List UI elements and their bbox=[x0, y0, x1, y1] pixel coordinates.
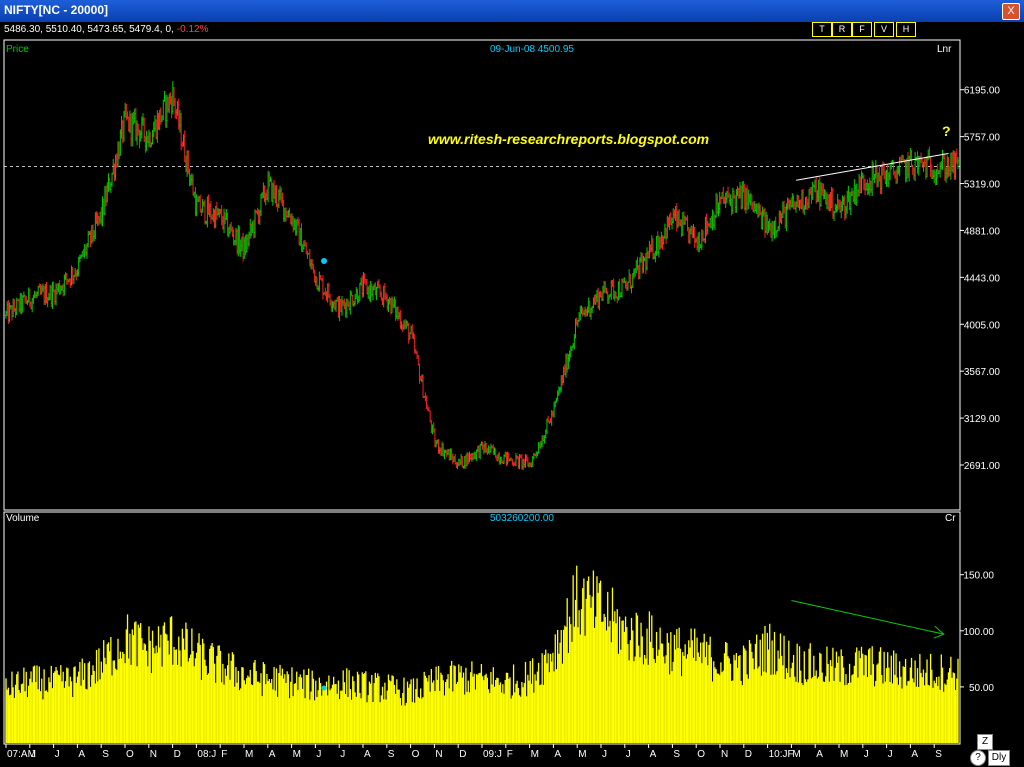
volume-axis: 150.00 100.00 50.00 bbox=[960, 571, 994, 694]
x-axis-label: A bbox=[78, 749, 85, 760]
x-axis: 07:AMJ J A S O N D 08:J F M A M J J A S O N D 09:J F M A M J J A S O… bbox=[4, 743, 960, 760]
volume-unit-label: Cr bbox=[945, 513, 956, 524]
price-panel: Price 09-Jun-08 4500.95 Lnr www.ritesh-r… bbox=[3, 39, 1001, 511]
x-axis-label: O bbox=[412, 749, 420, 760]
price-axis-label: 4005.00 bbox=[964, 320, 1001, 331]
price-axis-label: 2691.00 bbox=[964, 461, 1001, 472]
price-panel-frame bbox=[3, 39, 961, 511]
price-axis-label: 6195.00 bbox=[964, 86, 1001, 97]
x-axis-label: S bbox=[673, 749, 680, 760]
x-axis-label: M bbox=[293, 749, 301, 760]
x-axis-label: A bbox=[911, 749, 918, 760]
x-axis-label: J bbox=[340, 749, 345, 760]
x-axis-label: O bbox=[126, 749, 134, 760]
volume-cursor-marker bbox=[321, 685, 327, 691]
price-axis-label: 5757.00 bbox=[964, 133, 1001, 144]
x-axis-label: 08:J bbox=[197, 749, 216, 760]
x-axis-label: D bbox=[174, 749, 181, 760]
x-axis-label: J bbox=[626, 749, 631, 760]
x-axis-label: N bbox=[435, 749, 442, 760]
x-axis-label: J bbox=[602, 749, 607, 760]
price-axis-label: 4443.00 bbox=[964, 273, 1001, 284]
x-axis-label: N bbox=[150, 749, 157, 760]
x-axis-label: J bbox=[316, 749, 321, 760]
x-axis-label: D bbox=[459, 749, 466, 760]
x-axis-label: F bbox=[221, 749, 227, 760]
volume-series bbox=[5, 565, 959, 743]
zoom-button[interactable]: Z bbox=[977, 734, 993, 750]
price-axis-label: 3567.00 bbox=[964, 367, 1001, 378]
volume-axis-label: 50.00 bbox=[969, 683, 994, 694]
x-axis-label: M bbox=[792, 749, 800, 760]
volume-panel: Volume 503260200.00 Cr 150.00 100.00 50.00 bbox=[3, 511, 994, 745]
x-axis-label: M bbox=[578, 749, 586, 760]
x-axis-label: A bbox=[554, 749, 561, 760]
volume-readout: 503260200.00 bbox=[490, 513, 554, 524]
x-axis-label: J bbox=[888, 749, 893, 760]
x-axis-label: M bbox=[840, 749, 848, 760]
date-readout: 09-Jun-08 4500.95 bbox=[490, 44, 574, 55]
price-axis-label: 3129.00 bbox=[964, 414, 1001, 425]
question-mark: ? bbox=[942, 123, 951, 139]
scale-label: Lnr bbox=[937, 44, 952, 55]
volume-axis-label: 100.00 bbox=[963, 627, 994, 638]
price-axis-label: 5319.00 bbox=[964, 180, 1001, 191]
volume-axis-label: 150.00 bbox=[963, 571, 994, 582]
price-cursor-marker bbox=[321, 258, 327, 264]
x-axis-label: N bbox=[721, 749, 728, 760]
x-axis-label: D bbox=[745, 749, 752, 760]
x-axis-label: S bbox=[935, 749, 942, 760]
watermark-text: www.ritesh-researchreports.blogspot.com bbox=[428, 131, 709, 147]
x-axis-label: S bbox=[388, 749, 395, 760]
x-axis-label: A bbox=[650, 749, 657, 760]
annotations bbox=[321, 152, 949, 691]
x-axis-label: J bbox=[864, 749, 869, 760]
chart-canvas: Price 09-Jun-08 4500.95 Lnr www.ritesh-r… bbox=[3, 39, 1001, 760]
x-axis-label: S bbox=[102, 749, 109, 760]
volume-label: Volume bbox=[6, 513, 40, 524]
price-axis-label: 4881.00 bbox=[964, 226, 1001, 237]
x-axis-label: A bbox=[364, 749, 371, 760]
x-axis-label: O bbox=[697, 749, 705, 760]
x-axis-label: 09:J bbox=[483, 749, 502, 760]
x-axis-label: J bbox=[31, 749, 36, 760]
help-button[interactable]: ? bbox=[970, 750, 986, 766]
period-button[interactable]: Dly bbox=[988, 750, 1010, 766]
price-label: Price bbox=[6, 44, 29, 55]
volume-trend-arrow bbox=[791, 600, 944, 635]
x-axis-label: 10:JF bbox=[769, 749, 794, 760]
x-axis-label: F bbox=[507, 749, 513, 760]
x-axis-label: A bbox=[269, 749, 276, 760]
x-axis-label: J bbox=[55, 749, 60, 760]
x-axis-label: M bbox=[245, 749, 253, 760]
x-axis-label: A bbox=[816, 749, 823, 760]
x-axis-label: M bbox=[531, 749, 539, 760]
